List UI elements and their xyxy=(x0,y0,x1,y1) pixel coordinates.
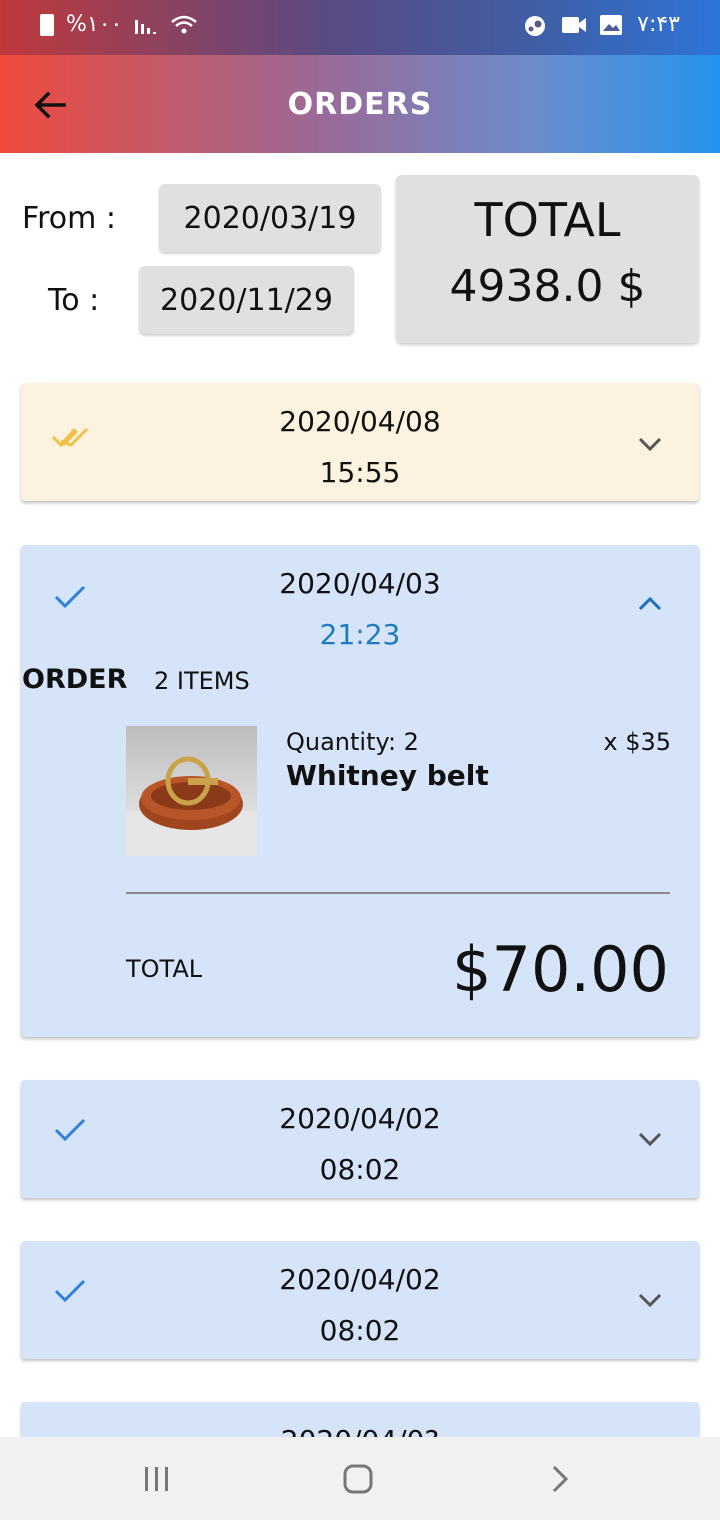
status-right: ۷:۴۳ xyxy=(523,12,680,37)
item-price: x $35 xyxy=(603,728,671,756)
order-total-label: TOTAL xyxy=(126,955,203,983)
chevron-up-icon[interactable] xyxy=(637,595,663,613)
video-icon xyxy=(561,14,587,36)
recent-apps-icon xyxy=(145,1467,168,1491)
navigation-bar xyxy=(0,1437,720,1520)
product-name: Whitney belt xyxy=(286,759,489,792)
signal-icon xyxy=(134,14,158,36)
order-time: 08:02 xyxy=(319,1314,401,1347)
recent-apps-button[interactable] xyxy=(132,1457,182,1501)
home-icon xyxy=(343,1464,373,1494)
order-card[interactable]: 2020/04/08 15:55 xyxy=(21,383,699,501)
order-total-value: $70.00 xyxy=(452,933,669,1006)
items-count: 2 ITEMS xyxy=(154,667,250,695)
from-date-button[interactable]: 2020/03/19 xyxy=(159,184,381,252)
divider xyxy=(126,892,670,894)
steam-icon xyxy=(523,14,547,36)
chevron-down-icon[interactable] xyxy=(637,1130,663,1148)
order-card[interactable]: 2020/04/02 08:02 xyxy=(21,1241,699,1359)
total-summary-value: 4938.0 $ xyxy=(449,261,646,312)
order-card-expanded[interactable]: 2020/04/03 21:23 ORDER 2 ITEMS Quantity:… xyxy=(21,545,699,1037)
app-bar: ORDERS xyxy=(0,55,720,153)
chevron-down-icon[interactable] xyxy=(637,1291,663,1309)
image-icon xyxy=(599,14,623,36)
order-date: 2020/04/08 xyxy=(279,405,441,438)
item-quantity: Quantity: 2 xyxy=(286,728,419,756)
status-left: %۱۰۰ xyxy=(40,12,198,37)
battery-text: %۱۰۰ xyxy=(66,12,123,37)
to-date-button[interactable]: 2020/11/29 xyxy=(139,266,354,334)
to-label: To : xyxy=(48,283,100,318)
battery-icon xyxy=(40,13,54,36)
order-date: 2020/04/02 xyxy=(279,1263,441,1296)
back-nav-icon xyxy=(552,1465,569,1493)
total-summary-label: TOTAL xyxy=(474,193,621,247)
wifi-icon xyxy=(170,14,198,36)
status-bar: %۱۰۰ ۷:۴۳ xyxy=(0,0,720,55)
order-time: 08:02 xyxy=(319,1153,401,1186)
product-image xyxy=(126,726,257,856)
order-time: 21:23 xyxy=(319,618,401,651)
order-date: 2020/04/03 xyxy=(279,567,441,600)
from-label: From : xyxy=(22,201,116,236)
order-date: 2020/04/02 xyxy=(279,1102,441,1135)
chevron-down-icon[interactable] xyxy=(637,435,663,453)
order-time: 15:55 xyxy=(319,456,401,489)
home-button[interactable] xyxy=(333,1457,383,1501)
back-nav-button[interactable] xyxy=(535,1457,585,1501)
total-summary: TOTAL 4938.0 $ xyxy=(396,175,699,343)
clock: ۷:۴۳ xyxy=(637,12,680,37)
page-title: ORDERS xyxy=(287,87,433,122)
order-card[interactable]: 2020/04/02 08:02 xyxy=(21,1080,699,1198)
order-label: ORDER xyxy=(22,664,128,695)
